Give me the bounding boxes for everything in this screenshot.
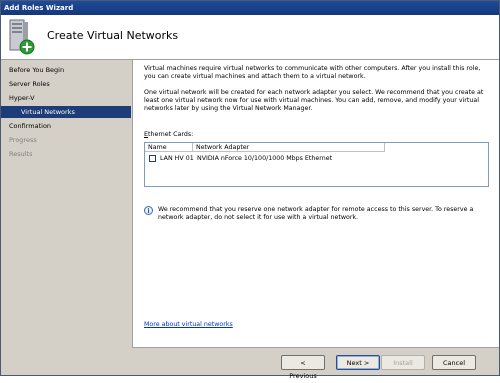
adapter-checkbox[interactable]: [149, 155, 156, 162]
page-title: Create Virtual Networks: [47, 29, 179, 42]
wizard-steps-sidebar: Before You Begin Server Roles Hyper-V Vi…: [1, 60, 131, 375]
sidebar-item-virtual-networks[interactable]: Virtual Networks: [1, 106, 131, 118]
info-icon: i: [144, 206, 153, 215]
previous-button[interactable]: < Previous: [281, 355, 325, 380]
network-adapter-cell: NVIDIA nForce 10/100/1000 Mbps Ethernet: [197, 155, 333, 162]
table-row[interactable]: LAN HV 01 NVIDIA nForce 10/100/1000 Mbps…: [145, 153, 488, 164]
column-header-network-adapter[interactable]: Network Adapter: [193, 143, 385, 152]
adapter-name-cell: LAN HV 01: [160, 155, 194, 162]
sidebar-item-confirmation[interactable]: Confirmation: [1, 120, 131, 132]
more-about-virtual-networks-link[interactable]: More about virtual networks: [144, 321, 233, 328]
ethernet-cards-list[interactable]: Name Network Adapter LAN HV 01 NVIDIA nF…: [144, 142, 489, 187]
sidebar-item-results: Results: [9, 150, 33, 158]
sidebar-item-hyper-v[interactable]: Hyper-V: [1, 92, 131, 104]
instructions-paragraph: One virtual network will be created for …: [144, 89, 484, 112]
server-add-icon: [9, 19, 35, 55]
install-button: Install: [381, 355, 425, 370]
wizard-footer: < Previous Next > Install Cancel: [132, 347, 499, 380]
next-button[interactable]: Next >: [336, 355, 380, 370]
add-roles-wizard-window: Add Roles Wizard Create Virtual Networks…: [0, 0, 500, 380]
wizard-header: Create Virtual Networks: [1, 15, 499, 60]
sidebar-item-progress: Progress: [9, 136, 37, 144]
sidebar-item-before-you-begin[interactable]: Before You Begin: [1, 64, 131, 76]
column-header-name[interactable]: Name: [145, 143, 193, 152]
intro-paragraph: Virtual machines require virtual network…: [144, 65, 481, 80]
sidebar-item-server-roles[interactable]: Server Roles: [1, 78, 131, 90]
recommendation-text: We recommend that you reserve one networ…: [158, 206, 474, 221]
wizard-content: Virtual machines require virtual network…: [132, 60, 499, 347]
ethernet-cards-label: Ethernet Cards:: [144, 131, 193, 138]
window-title: Add Roles Wizard: [1, 1, 499, 15]
ethernet-cards-label-text: thernet Cards:: [147, 131, 194, 138]
cancel-button[interactable]: Cancel: [432, 355, 476, 370]
